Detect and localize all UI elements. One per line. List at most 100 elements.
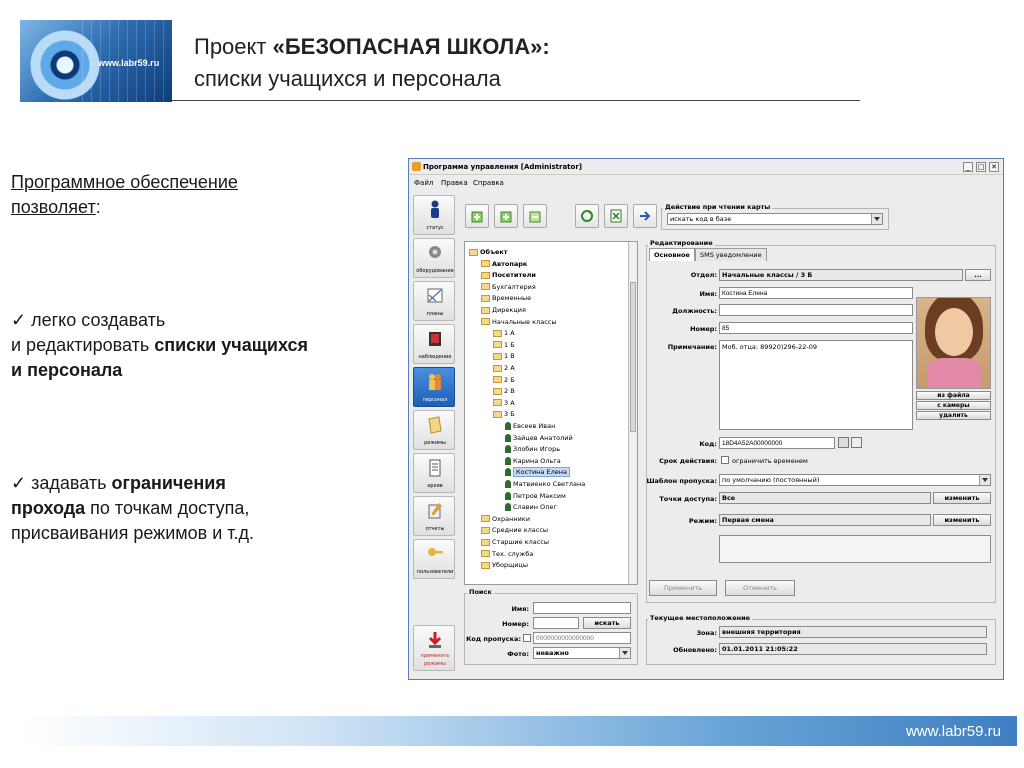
tree-item-label: 2 А <box>504 364 515 372</box>
validity-checkbox[interactable] <box>721 456 729 464</box>
sidebar-item-reports[interactable]: отчеты <box>413 496 455 536</box>
tree-person-item[interactable]: Евсеев Иван <box>505 420 555 432</box>
sidebar-item-modes[interactable]: режимы <box>413 410 455 450</box>
note-textarea[interactable]: Моб. отца: 89920)296-22-09 <box>719 340 913 430</box>
position-input[interactable] <box>719 304 913 316</box>
tab-main[interactable]: Основное <box>649 248 695 261</box>
tree-scrollbar[interactable] <box>628 242 637 584</box>
sidebar-item-status[interactable]: статус <box>413 195 455 235</box>
name-input[interactable] <box>719 287 913 299</box>
tree-folder-item[interactable]: Дирекция <box>481 304 526 316</box>
tree-item-label: Зайцев Анатолий <box>513 433 573 442</box>
code-input[interactable] <box>719 437 835 449</box>
tree-folder-item[interactable]: 2 В <box>493 385 515 397</box>
template-select[interactable]: по умолчанию (постоянный) <box>719 474 991 486</box>
menu-file[interactable]: Файл <box>414 179 433 187</box>
add-person-button[interactable] <box>494 204 518 228</box>
sidebar-item-label: архив <box>427 483 443 489</box>
tree-person-item[interactable]: Петров Максим <box>505 490 566 502</box>
refresh-button[interactable] <box>575 204 599 228</box>
search-button[interactable]: искать <box>583 617 631 629</box>
tree-person-item[interactable]: Карина Ольга <box>505 455 561 467</box>
tree-folder-item[interactable]: 1 В <box>493 350 515 362</box>
tree-person-item[interactable]: Костина Елена <box>505 466 570 478</box>
menu-help[interactable]: Справка <box>473 179 504 187</box>
print-card-icon[interactable] <box>851 437 862 448</box>
name-label: Имя: <box>699 290 717 298</box>
sidebar-item-users[interactable]: пользователи <box>413 539 455 579</box>
tree-person-item[interactable]: Злобин Игорь <box>505 443 560 455</box>
tree-folder-item[interactable]: Тех. служба <box>481 548 533 560</box>
title-prefix: Проект <box>194 34 273 59</box>
tree-folder-item[interactable]: Начальные классы <box>481 316 556 328</box>
person-icon <box>505 433 511 442</box>
remove-button[interactable] <box>523 204 547 228</box>
minimize-icon[interactable]: _ <box>963 162 973 172</box>
tree-folder-item[interactable]: Средние классы <box>481 524 548 536</box>
search-code-input[interactable] <box>533 632 631 644</box>
tree-folder-item[interactable]: 2 А <box>493 362 515 374</box>
import-button[interactable] <box>633 204 657 228</box>
tree-item-label: Посетители <box>492 271 536 280</box>
tab-sms[interactable]: SMS уведомление <box>695 248 767 261</box>
point2-text-b: по точкам доступа, <box>85 498 250 518</box>
check-mark-icon: ✓ <box>11 473 27 493</box>
tree-folder-item[interactable]: 3 А <box>493 397 515 409</box>
photo-from-camera-button[interactable]: с камеры <box>916 401 991 410</box>
cancel-button[interactable]: Отменить <box>725 580 795 596</box>
sidebar-item-monitoring[interactable]: наблюдение <box>413 324 455 364</box>
search-number-input[interactable] <box>533 617 579 629</box>
access-points-change-button[interactable]: изменить <box>933 492 991 504</box>
search-code-checkbox[interactable] <box>523 634 531 642</box>
card-action-select[interactable]: искать код в базе <box>667 213 883 225</box>
tree-folder-item[interactable]: Объект <box>469 246 508 258</box>
search-name-input[interactable] <box>533 602 631 614</box>
person-icon <box>505 445 511 454</box>
dept-field: Начальные классы / 3 Б <box>719 269 963 281</box>
tree-person-item[interactable]: Славин Олег <box>505 501 557 513</box>
sidebar-item-equipment[interactable]: оборудование <box>413 238 455 278</box>
tree-folder-item[interactable]: Охранники <box>481 513 530 525</box>
tree-folder-item[interactable]: Старшие классы <box>481 536 549 548</box>
intro-line-2: позволяет <box>11 197 96 217</box>
sidebar-item-plans[interactable]: планы <box>413 281 455 321</box>
tree-folder-item[interactable]: Автопарк <box>481 258 527 270</box>
tree-folder-item[interactable]: Посетители <box>481 269 536 281</box>
tree-person-item[interactable]: Матвиенко Светлана <box>505 478 585 490</box>
tree-folder-item[interactable]: 2 Б <box>493 374 515 386</box>
validity-checkbox-label: ограничить временем <box>732 457 808 465</box>
dept-browse-button[interactable]: ... <box>965 269 991 281</box>
apply-button[interactable]: Применить <box>649 580 717 596</box>
apply-modes-button[interactable]: применить режимы <box>413 625 455 671</box>
sidebar-item-archive[interactable]: архив <box>413 453 455 493</box>
scrollbar-thumb[interactable] <box>630 282 636 432</box>
menu-edit[interactable]: Правка <box>441 179 468 187</box>
sidebar-item-personnel[interactable]: персонал <box>413 367 455 407</box>
close-icon[interactable]: ✕ <box>989 162 999 172</box>
maximize-icon[interactable]: □ <box>976 162 986 172</box>
add-folder-button[interactable] <box>465 204 489 228</box>
tree-folder-item[interactable]: 3 Б <box>493 408 515 420</box>
window-title: Программа управления [Administrator] <box>423 163 582 171</box>
tree-folder-item[interactable]: Уборщицы <box>481 559 528 571</box>
search-photo-select[interactable]: неважно <box>533 647 631 659</box>
tree-folder-item[interactable]: 1 А <box>493 327 515 339</box>
mode-change-button[interactable]: изменить <box>933 514 991 526</box>
folder-icon <box>493 329 502 337</box>
search-photo-value: неважно <box>536 649 569 657</box>
tree-item-label: Костина Елена <box>513 467 570 478</box>
photo-delete-button[interactable]: удалить <box>916 411 991 420</box>
export-excel-button[interactable] <box>604 204 628 228</box>
tree-folder-item[interactable]: 1 Б <box>493 339 515 351</box>
person-icon <box>505 422 511 430</box>
tree-folder-item[interactable]: Бухгалтерия <box>481 281 536 293</box>
photo-from-file-button[interactable]: из файла <box>916 391 991 400</box>
tree-item-label: 2 Б <box>504 375 515 384</box>
tree-folder-item[interactable]: Временные <box>481 292 531 304</box>
read-card-icon[interactable] <box>838 437 849 448</box>
users-icon <box>428 548 443 556</box>
number-input[interactable] <box>719 322 913 334</box>
object-tree[interactable]: Объект Автопарк Посетители Бухгалтерия Време… <box>464 241 638 585</box>
add-person-icon <box>500 211 512 223</box>
tree-person-item[interactable]: Зайцев Анатолий <box>505 432 573 444</box>
